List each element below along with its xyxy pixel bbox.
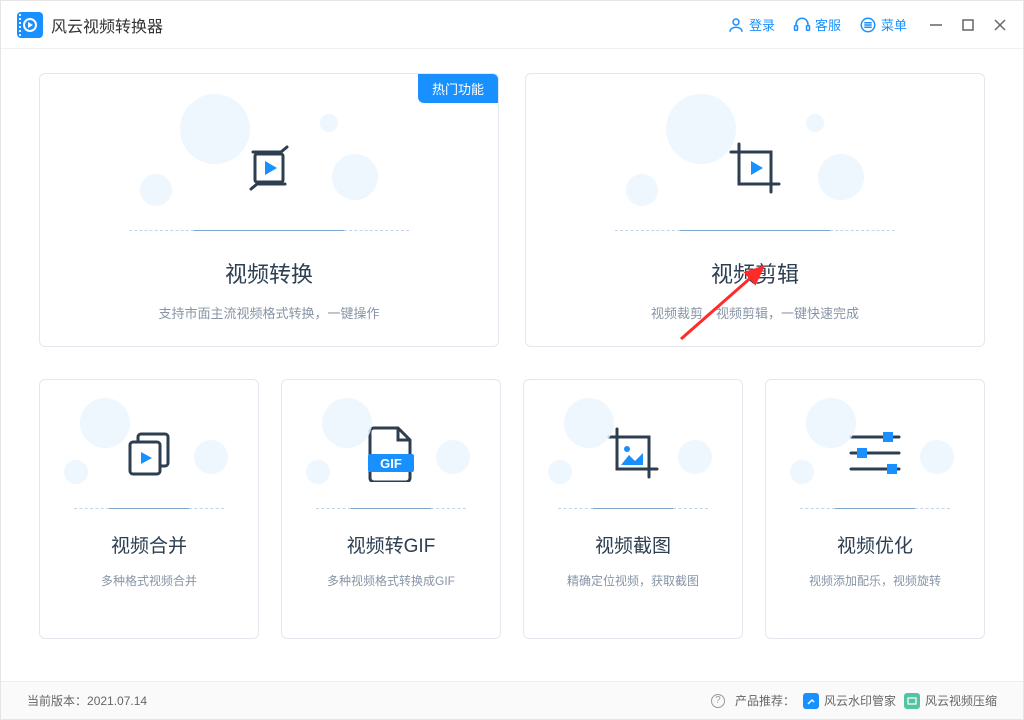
recommend-label-1: 风云水印管家 [824,692,896,709]
card-video-edit[interactable]: 视频剪辑 视频裁剪，视频剪辑，一键快速完成 [525,73,985,347]
recommend-compress[interactable]: 风云视频压缩 [904,692,997,709]
footer: 当前版本： 2021.07.14 ? 产品推荐： 风云水印管家 风云视频压缩 [1,681,1023,719]
headset-icon [793,16,811,34]
recommend-label: 产品推荐： [735,692,795,709]
app-title: 风云视频转换器 [51,13,163,37]
card-title: 视频转换 [225,257,313,289]
card-video-convert[interactable]: 热门功能 视频转换 支持市面主流视频格式转换，一键操作 [39,73,499,347]
card-desc: 精确定位视频，获取截图 [567,572,699,589]
merge-icon [122,420,176,486]
app-logo [17,12,43,38]
menu-icon [859,16,877,34]
close-button[interactable] [993,18,1007,32]
card-title: 视频优化 [837,531,913,558]
card-title: 视频剪辑 [711,257,799,289]
help-icon[interactable]: ? [711,694,725,708]
card-title: 视频合并 [111,531,187,558]
service-label: 客服 [815,15,841,34]
service-button[interactable]: 客服 [793,15,841,34]
version-label: 当前版本： [27,692,87,709]
user-icon [727,16,745,34]
screenshot-icon [603,420,663,486]
card-desc: 多种视频格式转换成GIF [327,572,455,589]
card-video-optimize[interactable]: 视频优化 视频添加配乐，视频旋转 [765,379,985,639]
recommend-watermark[interactable]: 风云水印管家 [803,692,896,709]
crop-icon [723,132,787,204]
card-desc: 视频添加配乐，视频旋转 [809,572,941,589]
card-desc: 多种格式视频合并 [101,572,197,589]
convert-icon [239,132,299,204]
minimize-button[interactable] [929,18,943,32]
svg-text:GIF: GIF [380,456,402,471]
main-content: 热门功能 视频转换 支持市面主流视频格式转换，一键操作 视频剪辑 视频裁剪，视频… [1,49,1023,681]
card-video-gif[interactable]: GIF 视频转GIF 多种视频格式转换成GIF [281,379,501,639]
card-video-screenshot[interactable]: 视频截图 精确定位视频，获取截图 [523,379,743,639]
card-title: 视频截图 [595,531,671,558]
maximize-button[interactable] [961,18,975,32]
hot-badge: 热门功能 [418,74,498,103]
card-title: 视频转GIF [347,531,436,558]
titlebar: 风云视频转换器 登录 客服 菜单 [1,1,1023,49]
card-video-merge[interactable]: 视频合并 多种格式视频合并 [39,379,259,639]
compress-app-icon [904,693,920,709]
sliders-icon [845,420,905,486]
gif-icon: GIF [366,420,416,486]
card-desc: 视频裁剪，视频剪辑，一键快速完成 [651,303,859,322]
login-button[interactable]: 登录 [727,15,775,34]
menu-label: 菜单 [881,15,907,34]
menu-button[interactable]: 菜单 [859,15,907,34]
version-value: 2021.07.14 [87,694,147,708]
recommend-label-2: 风云视频压缩 [925,692,997,709]
card-desc: 支持市面主流视频格式转换，一键操作 [158,303,379,322]
login-label: 登录 [749,15,775,34]
watermark-app-icon [803,693,819,709]
